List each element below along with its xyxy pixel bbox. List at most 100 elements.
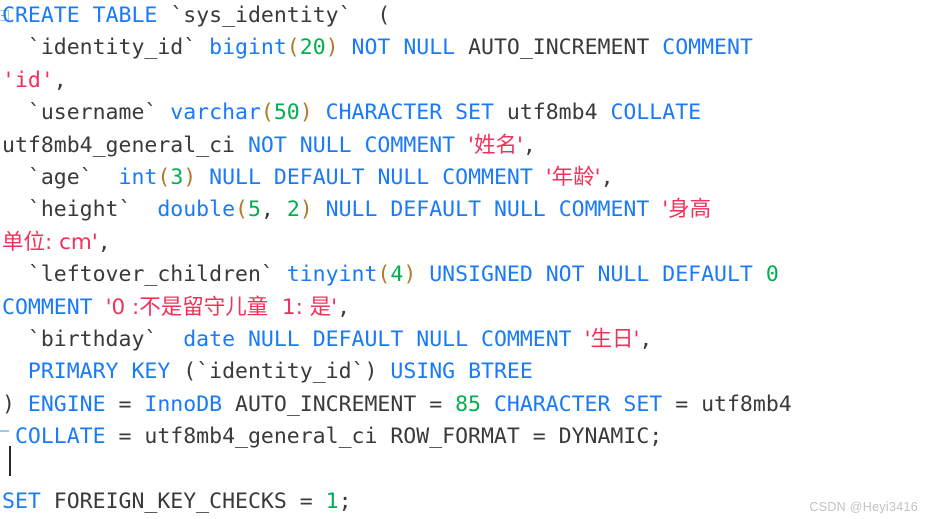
code-line-11[interactable]: PRIMARY KEY (`identity_id`) USING BTREE	[0, 356, 928, 388]
token-paren: )	[183, 164, 197, 190]
token-number: 5	[247, 197, 261, 223]
token-number: 20	[299, 35, 326, 61]
token-keyword: TABLE	[92, 3, 158, 28]
token-keyword: USING	[390, 359, 456, 385]
token-comma: ,	[53, 67, 67, 93]
token-charset: utf8mb4	[701, 391, 792, 417]
token-type: varchar	[170, 100, 261, 126]
token-keyword: COMMENT	[481, 326, 572, 352]
token-keyword: SET	[2, 488, 41, 514]
token-equals: =	[105, 391, 145, 417]
token-keyword: CHARACTER	[493, 391, 611, 417]
token-string: 'id'	[2, 67, 54, 93]
code-line-14-empty[interactable]	[0, 453, 928, 485]
token-keyword: COMMENT	[442, 164, 533, 190]
token-keyword: NULL	[325, 197, 378, 223]
code-line-12[interactable]: ) ENGINE = InnoDB AUTO_INCREMENT = 85 CH…	[0, 389, 928, 421]
token-keyword: NULL	[247, 326, 300, 352]
code-line-8[interactable]: `leftover_children` tinyint(4) UNSIGNED …	[0, 259, 928, 291]
token-string: '年龄'	[545, 164, 601, 190]
token-string: '0 :不是留守儿童 1: 是'	[105, 294, 338, 320]
token-charset: utf8mb4	[506, 100, 598, 126]
token-paren: (	[183, 359, 197, 385]
token-collation: utf8mb4_general_ci	[144, 424, 378, 450]
token-equals: =	[519, 424, 559, 450]
token-type: date	[183, 326, 236, 352]
token-paren: (	[157, 164, 171, 190]
token-number: 85	[455, 391, 481, 417]
token-identifier: `identity_id`	[196, 359, 365, 385]
token-string: '生日'	[584, 326, 640, 352]
token-keyword: SET	[455, 100, 494, 126]
token-paren: )	[299, 197, 313, 223]
code-line-0[interactable]: CREATE TABLE `sys_identity` (	[0, 0, 928, 32]
token-equals: =	[416, 391, 456, 417]
token-type: double	[157, 197, 236, 223]
sql-code-editor[interactable]: CREATE TABLE `sys_identity` ( `identity_…	[0, 0, 928, 519]
token-comma: ,	[639, 326, 653, 352]
token-number: 3	[170, 164, 184, 190]
token-equals: =	[286, 488, 326, 514]
token-keyword: ENGINE	[27, 391, 106, 417]
token-string: 单位: cm'	[2, 229, 98, 255]
token-identifier: `age`	[27, 164, 93, 190]
token-keyword: DEFAULT	[390, 197, 482, 223]
token-semicolon: ;	[338, 488, 352, 514]
code-line-9[interactable]: COMMENT '0 :不是留守儿童 1: 是',	[0, 292, 928, 324]
token-equals: =	[105, 424, 145, 450]
token-keyword: NULL	[493, 197, 546, 223]
token-keyword: NOT	[247, 132, 287, 158]
code-line-6[interactable]: `height` double(5, 2) NULL DEFAULT NULL …	[0, 194, 928, 226]
token-keyword: BTREE	[468, 359, 533, 385]
token-keyword: CHARACTER	[325, 100, 443, 126]
token-keyword: NULL	[403, 35, 456, 61]
code-line-15[interactable]: SET FOREIGN_KEY_CHECKS = 1;	[0, 486, 928, 518]
token-identifier: `height`	[27, 197, 132, 223]
token-keyword: NOT	[545, 262, 585, 288]
token-identifier: `username`	[27, 100, 158, 126]
token-keyword: SET	[623, 391, 663, 417]
code-line-10[interactable]: `birthday` date NULL DEFAULT NULL COMMEN…	[0, 324, 928, 356]
token-engine-name: InnoDB	[144, 391, 223, 417]
token-identifier: `birthday`	[27, 326, 158, 352]
token-keyword: COLLATE	[14, 424, 106, 450]
token-paren: (	[260, 100, 274, 126]
code-line-7[interactable]: 单位: cm',	[0, 227, 928, 259]
token-comma: ,	[97, 229, 111, 255]
token-number: 2	[286, 197, 300, 223]
token-paren: )	[325, 35, 339, 61]
code-line-13[interactable]: COLLATE = utf8mb4_general_ci ROW_FORMAT …	[0, 421, 928, 453]
text-caret	[9, 446, 11, 476]
token-keyword: NULL	[597, 262, 650, 288]
token-keyword: NOT	[351, 35, 391, 61]
token-auto-increment: AUTO_INCREMENT	[468, 35, 650, 61]
token-keyword: COMMENT	[558, 197, 650, 223]
token-comma: ,	[260, 197, 287, 223]
token-type: int	[118, 164, 158, 190]
token-keyword: KEY	[131, 359, 171, 385]
token-auto-increment: AUTO_INCREMENT	[235, 391, 417, 417]
token-comma: ,	[600, 164, 614, 190]
token-row-format: ROW_FORMAT	[390, 424, 520, 450]
token-paren: )	[299, 100, 313, 126]
token-identifier: `leftover_children`	[27, 262, 274, 288]
token-comma: ,	[337, 294, 351, 320]
code-line-2[interactable]: 'id',	[0, 65, 928, 97]
token-variable: FOREIGN_KEY_CHECKS	[53, 488, 287, 514]
token-row-format-value: DYNAMIC;	[558, 424, 663, 450]
token-paren: (	[235, 197, 248, 223]
token-string: '姓名'	[468, 132, 523, 158]
code-line-4[interactable]: utf8mb4_general_ci NOT NULL COMMENT '姓名'…	[0, 130, 928, 162]
token-keyword: COLLATE	[610, 100, 702, 126]
token-keyword: NULL	[209, 164, 261, 190]
token-paren: )	[2, 391, 15, 417]
token-keyword: DEFAULT	[273, 164, 365, 190]
token-keyword: UNSIGNED	[429, 262, 533, 288]
code-line-1[interactable]: `identity_id` bigint(20) NOT NULL AUTO_I…	[0, 32, 928, 64]
token-keyword: COMMENT	[364, 132, 456, 158]
token-keyword: COMMENT	[662, 35, 753, 61]
code-line-3[interactable]: `username` varchar(50) CHARACTER SET utf…	[0, 97, 928, 129]
code-content[interactable]: CREATE TABLE `sys_identity` ( `identity_…	[0, 0, 928, 518]
code-line-5[interactable]: `age` int(3) NULL DEFAULT NULL COMMENT '…	[0, 162, 928, 194]
token-paren: (	[286, 35, 300, 61]
